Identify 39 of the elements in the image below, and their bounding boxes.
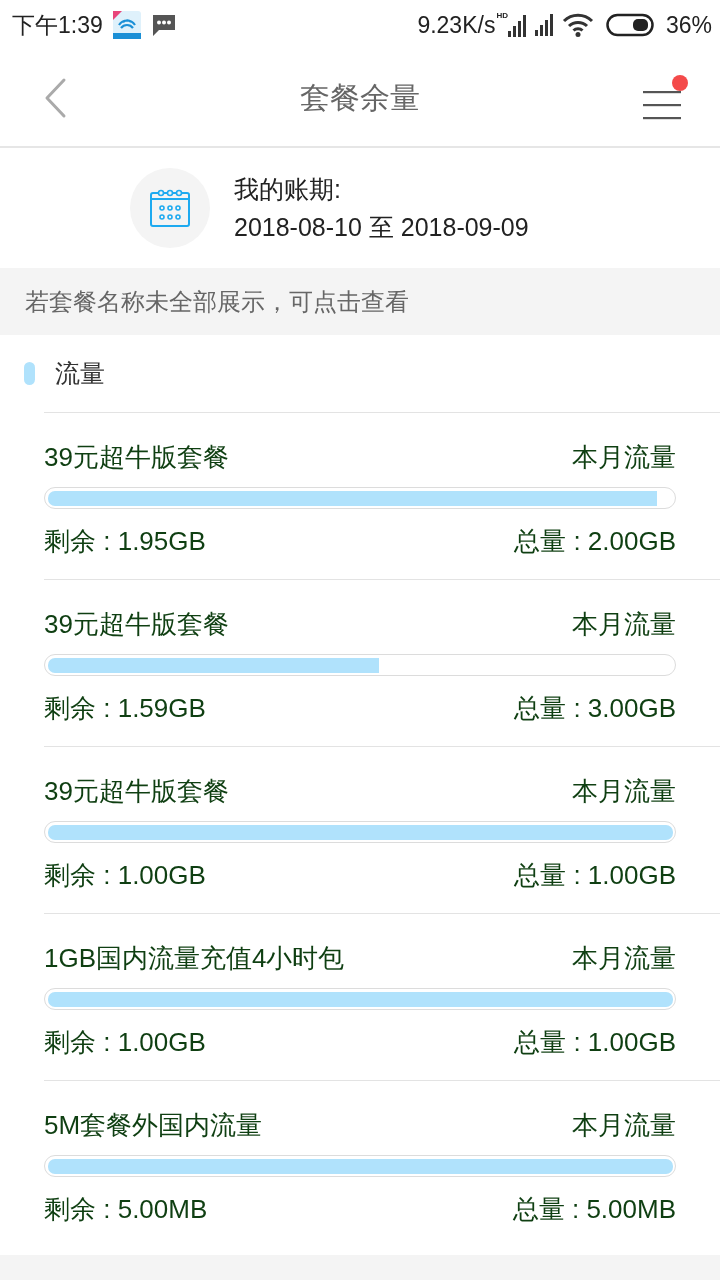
calendar-icon — [130, 168, 210, 248]
remaining-amount: 剩余 : 1.00GB — [44, 1025, 206, 1059]
wifi-icon — [561, 13, 594, 37]
remaining-amount: 剩余 : 1.00GB — [44, 858, 206, 892]
usage-period: 本月流量 — [572, 1108, 676, 1142]
battery-percent: 36% — [665, 11, 712, 39]
total-amount: 总量 : 2.00GB — [514, 524, 676, 558]
message-icon[interactable] — [150, 13, 177, 37]
remaining-amount: 剩余 : 5.00MB — [44, 1192, 208, 1226]
battery-icon — [605, 13, 654, 37]
total-amount: 总量 : 1.00GB — [514, 858, 676, 892]
usage-period: 本月流量 — [572, 440, 676, 474]
menu-button[interactable] — [642, 75, 688, 121]
package-name: 39元超牛版套餐 — [44, 440, 229, 474]
usage-period: 本月流量 — [572, 774, 676, 808]
package-name: 39元超牛版套餐 — [44, 607, 229, 641]
package-name: 5M套餐外国内流量 — [44, 1108, 263, 1142]
signal-icon — [534, 14, 553, 36]
menu-icon — [642, 89, 682, 121]
package-name: 39元超牛版套餐 — [44, 774, 229, 808]
total-amount: 总量 : 5.00MB — [512, 1192, 676, 1226]
notice-text: 若套餐名称未全部展示，可点击查看 — [25, 286, 409, 317]
section-marker-icon — [24, 362, 35, 385]
total-amount: 总量 : 3.00GB — [514, 691, 676, 725]
billing-period: 2018-08-10 至 2018-09-09 — [234, 212, 529, 243]
remaining-amount: 剩余 : 1.95GB — [44, 524, 206, 558]
billing-label: 我的账期: — [234, 174, 342, 205]
package-name: 1GB国内流量充值4小时包 — [44, 941, 345, 975]
section-title: 流量 — [55, 358, 105, 389]
network-speed: 9.23K/s — [417, 11, 496, 39]
total-amount: 总量 : 1.00GB — [514, 1025, 676, 1059]
usage-period: 本月流量 — [572, 607, 676, 641]
status-time: 下午1:39 — [12, 10, 103, 40]
network-type-label: HD — [496, 12, 508, 20]
remaining-amount: 剩余 : 1.59GB — [44, 691, 206, 725]
page-title: 套餐余量 — [300, 79, 420, 116]
app-icon[interactable] — [112, 11, 141, 39]
usage-period: 本月流量 — [572, 941, 676, 975]
signal-icon — [507, 15, 526, 37]
